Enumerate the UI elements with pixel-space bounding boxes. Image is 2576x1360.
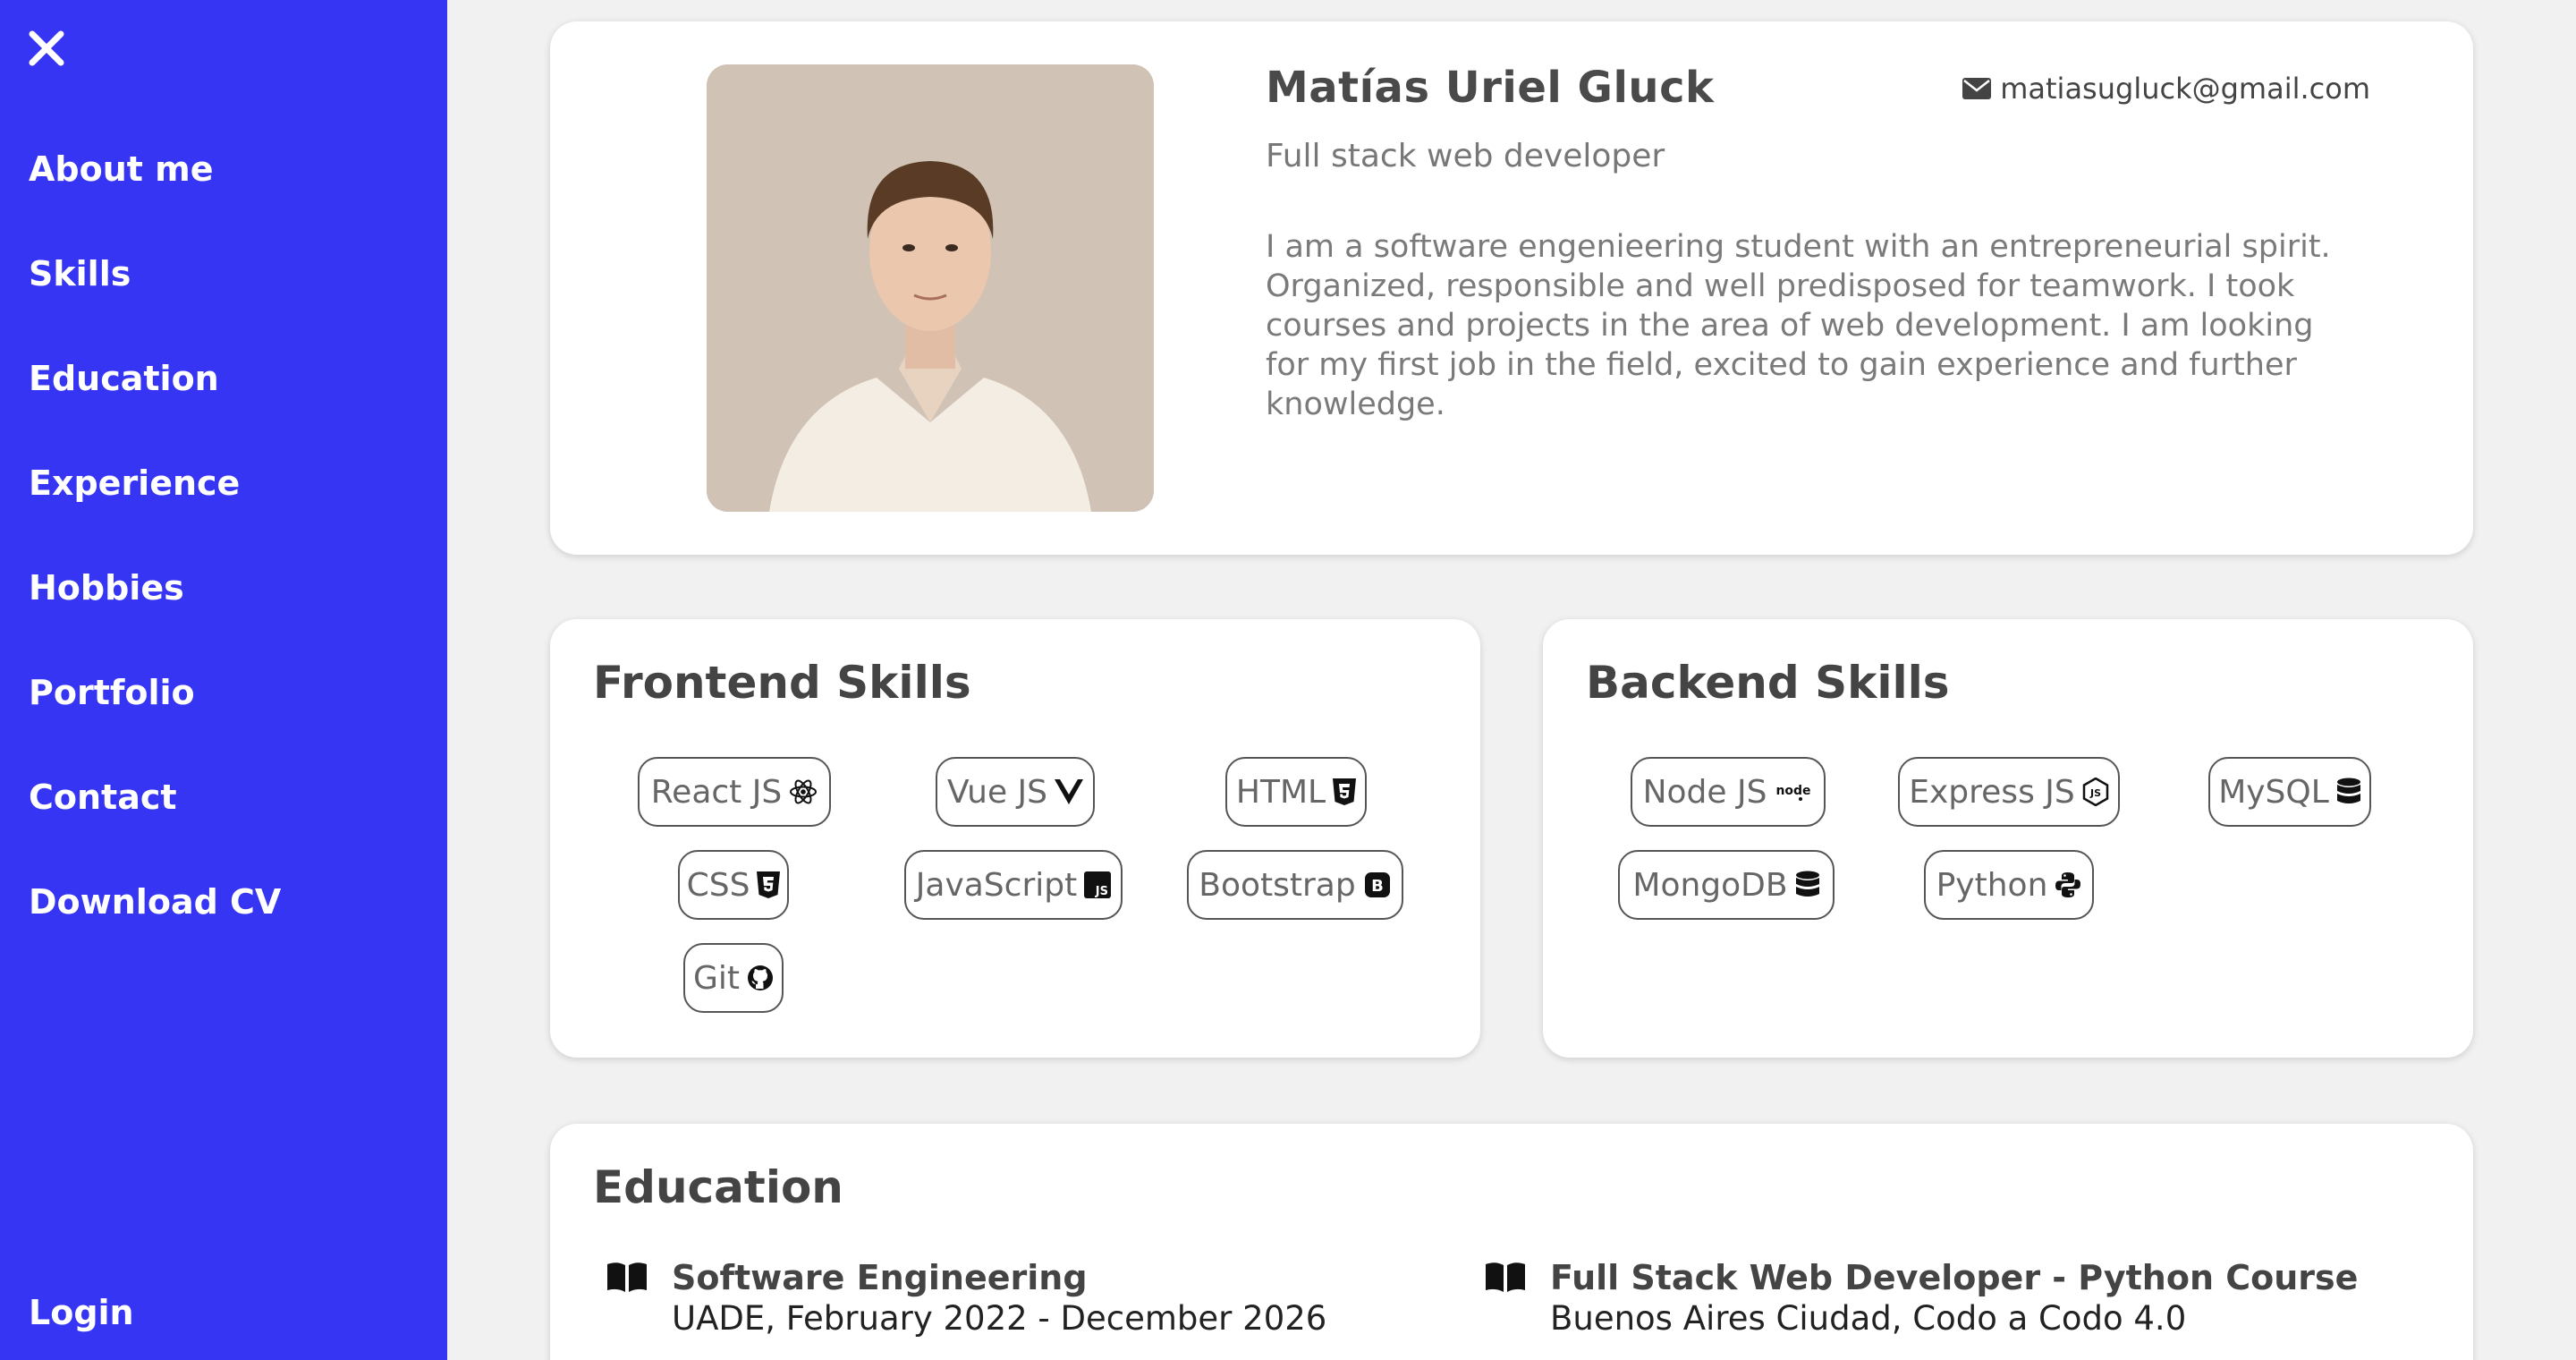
skill-react-js: React JS <box>638 757 831 827</box>
book-open-icon <box>1486 1262 1525 1292</box>
react-icon <box>790 779 818 804</box>
login-link[interactable]: Login <box>29 1287 134 1339</box>
skill-label: HTML <box>1235 773 1326 811</box>
python-icon <box>2055 872 2081 897</box>
skill-label: CSS <box>686 866 750 904</box>
github-icon <box>748 965 773 990</box>
skill-bootstrap: Bootstrap B <box>1187 850 1403 920</box>
profile-name: Matías Uriel Gluck <box>1266 63 1715 113</box>
skill-label: JavaScript <box>915 866 1078 904</box>
css3-icon <box>757 871 781 898</box>
close-icon[interactable] <box>25 27 68 70</box>
skill-label: MongoDB <box>1632 866 1788 904</box>
skill-express-js: Express JS JS <box>1898 757 2120 827</box>
skill-mongodb: MongoDB <box>1618 850 1835 920</box>
backend-skills-card: Backend Skills Node JS node Express JS J… <box>1543 619 2473 1058</box>
email-text: matiasugluck@gmail.com <box>2000 72 2370 106</box>
skill-label: Vue JS <box>946 773 1048 811</box>
skill-python: Python <box>1924 850 2094 920</box>
backend-skills-title: Backend Skills <box>1586 657 1950 709</box>
sidebar-item-contact[interactable]: Contact <box>29 771 281 876</box>
skill-label: React JS <box>650 773 783 811</box>
about-text: I am a software engenieering student wit… <box>1266 229 2331 422</box>
profile-photo <box>707 64 1154 512</box>
profile-role: Full stack web developer <box>1266 138 1665 174</box>
svg-text:B: B <box>1371 877 1384 896</box>
js-icon: JS <box>1084 871 1112 898</box>
html5-icon <box>1333 778 1357 805</box>
sidebar-item-education[interactable]: Education <box>29 353 281 457</box>
skill-label: Python <box>1936 866 2048 904</box>
skill-html: HTML <box>1225 757 1367 827</box>
frontend-skills-card: Frontend Skills React JS Vue JS HTML CSS <box>550 619 1480 1058</box>
svg-text:JS: JS <box>1095 885 1108 898</box>
skill-javascript: JavaScript JS <box>904 850 1123 920</box>
database-icon <box>2336 778 2360 803</box>
frontend-skills-title: Frontend Skills <box>593 657 971 709</box>
skill-label: Git <box>692 959 740 997</box>
skill-label: MySQL <box>2218 773 2329 811</box>
skill-label: Express JS <box>1909 773 2075 811</box>
sidebar-item-about-me[interactable]: About me <box>29 143 281 248</box>
envelope-icon <box>1962 78 1992 99</box>
book-open-icon <box>607 1262 647 1292</box>
skill-vue-js: Vue JS <box>936 757 1095 827</box>
education-degree: Full Stack Web Developer - Python Course <box>1550 1258 2359 1297</box>
education-degree: Software Engineering <box>672 1258 1088 1297</box>
skill-label: Node JS <box>1642 773 1767 811</box>
education-detail: UADE, February 2022 - December 2026 <box>672 1299 1327 1338</box>
sidebar-item-hobbies[interactable]: Hobbies <box>29 562 281 667</box>
skill-label: Bootstrap <box>1199 866 1356 904</box>
sidebar-item-experience[interactable]: Experience <box>29 457 281 562</box>
sidebar-item-download-cv[interactable]: Download CV <box>29 876 281 981</box>
skill-git: Git <box>683 943 784 1013</box>
sidebar: About me Skills Education Experience Hob… <box>0 0 447 1360</box>
express-icon: JS <box>2082 778 2108 806</box>
email-link[interactable]: matiasugluck@gmail.com <box>1962 72 2370 106</box>
education-title: Education <box>593 1161 843 1213</box>
education-detail: Buenos Aires Ciudad, Codo a Codo 4.0 <box>1550 1299 2187 1338</box>
database-icon <box>1795 871 1819 897</box>
sidebar-item-skills[interactable]: Skills <box>29 248 281 353</box>
skill-css: CSS <box>678 850 789 920</box>
skill-mysql: MySQL <box>2208 757 2371 827</box>
svg-text:JS: JS <box>2089 787 2101 799</box>
sidebar-item-portfolio[interactable]: Portfolio <box>29 667 281 771</box>
education-card: Education Software Engineering UADE, Feb… <box>550 1124 2473 1360</box>
vue-icon <box>1055 779 1084 804</box>
bootstrap-icon: B <box>1364 872 1390 897</box>
skill-node-js: Node JS node <box>1631 757 1826 827</box>
svg-text:node: node <box>1776 784 1811 798</box>
node-icon: node <box>1776 784 1811 801</box>
about-me-card: Matías Uriel Gluck matiasugluck@gmail.co… <box>550 21 2473 555</box>
sidebar-nav: About me Skills Education Experience Hob… <box>29 143 281 981</box>
